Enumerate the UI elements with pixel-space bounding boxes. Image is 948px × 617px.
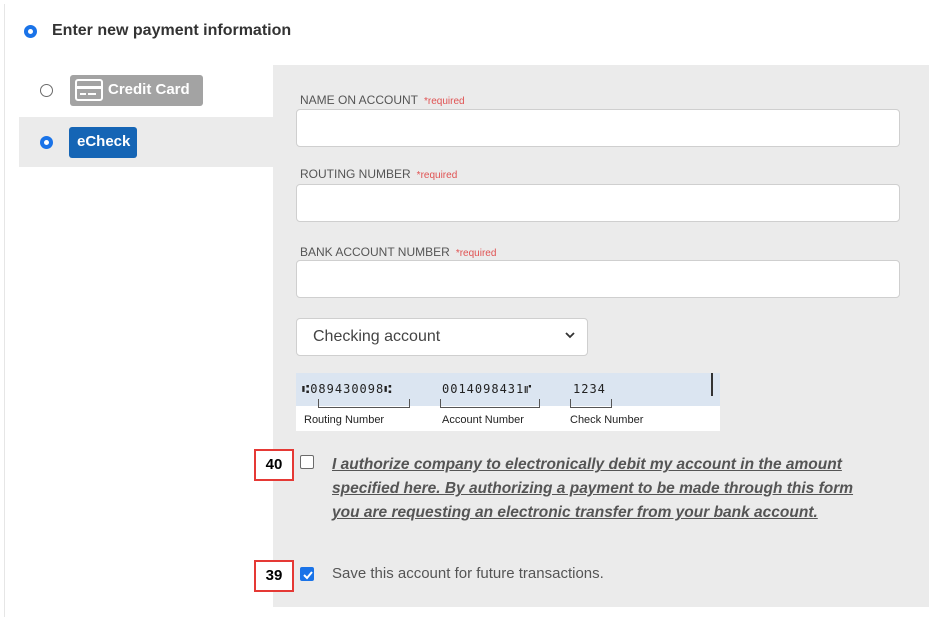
required-indicator: *required [424, 96, 465, 107]
save-account-checkbox[interactable] [300, 567, 314, 581]
routing-number-label: ROUTING NUMBER *required [300, 167, 458, 181]
authorize-text[interactable]: I authorize company to electronically de… [332, 453, 872, 525]
credit-card-radio[interactable] [40, 84, 53, 97]
echeck-label: eCheck [77, 133, 131, 150]
check-edge [711, 373, 713, 396]
credit-card-option[interactable]: Credit Card [70, 75, 203, 106]
marker-label: 40 [254, 449, 294, 481]
routing-bracket [318, 399, 410, 408]
account-type-value: Checking account [313, 328, 441, 345]
name-on-account-label: NAME ON ACCOUNT *required [300, 93, 465, 107]
micr-account: 0014098431⑈ [442, 382, 533, 396]
save-account-label[interactable]: Save this account for future transaction… [332, 565, 604, 582]
marker-label: 39 [254, 560, 294, 592]
routing-caption: Routing Number [304, 414, 385, 426]
micr-check: 1234 [573, 382, 606, 396]
credit-card-label: Credit Card [108, 81, 190, 98]
echeck-option[interactable]: eCheck [69, 127, 137, 158]
selected-method-row [19, 117, 273, 167]
authorize-checkbox[interactable] [300, 455, 314, 469]
micr-routing: ⑆089430098⑆ [302, 382, 393, 396]
required-indicator: *required [455, 248, 497, 259]
check-diagram: ⑆089430098⑆ 0014098431⑈ 1234 Routing Num… [296, 373, 720, 431]
checkmark-icon [303, 571, 313, 580]
bank-account-number-label: BANK ACCOUNT NUMBER *required [300, 245, 497, 259]
check-bracket [570, 399, 612, 408]
name-on-account-input[interactable] [296, 109, 900, 147]
bank-account-number-input[interactable] [296, 260, 900, 298]
account-caption: Account Number [442, 414, 524, 426]
section-title: Enter new payment information [52, 22, 292, 39]
check-caption: Check Number [570, 414, 644, 426]
new-payment-radio[interactable] [24, 25, 37, 38]
required-indicator: *required [416, 170, 458, 181]
routing-number-input[interactable] [296, 184, 900, 222]
chevron-down-icon [565, 332, 575, 339]
credit-card-icon [75, 79, 103, 101]
account-type-select[interactable]: Checking account [296, 318, 588, 356]
echeck-radio[interactable] [40, 136, 53, 149]
account-bracket [440, 399, 540, 408]
